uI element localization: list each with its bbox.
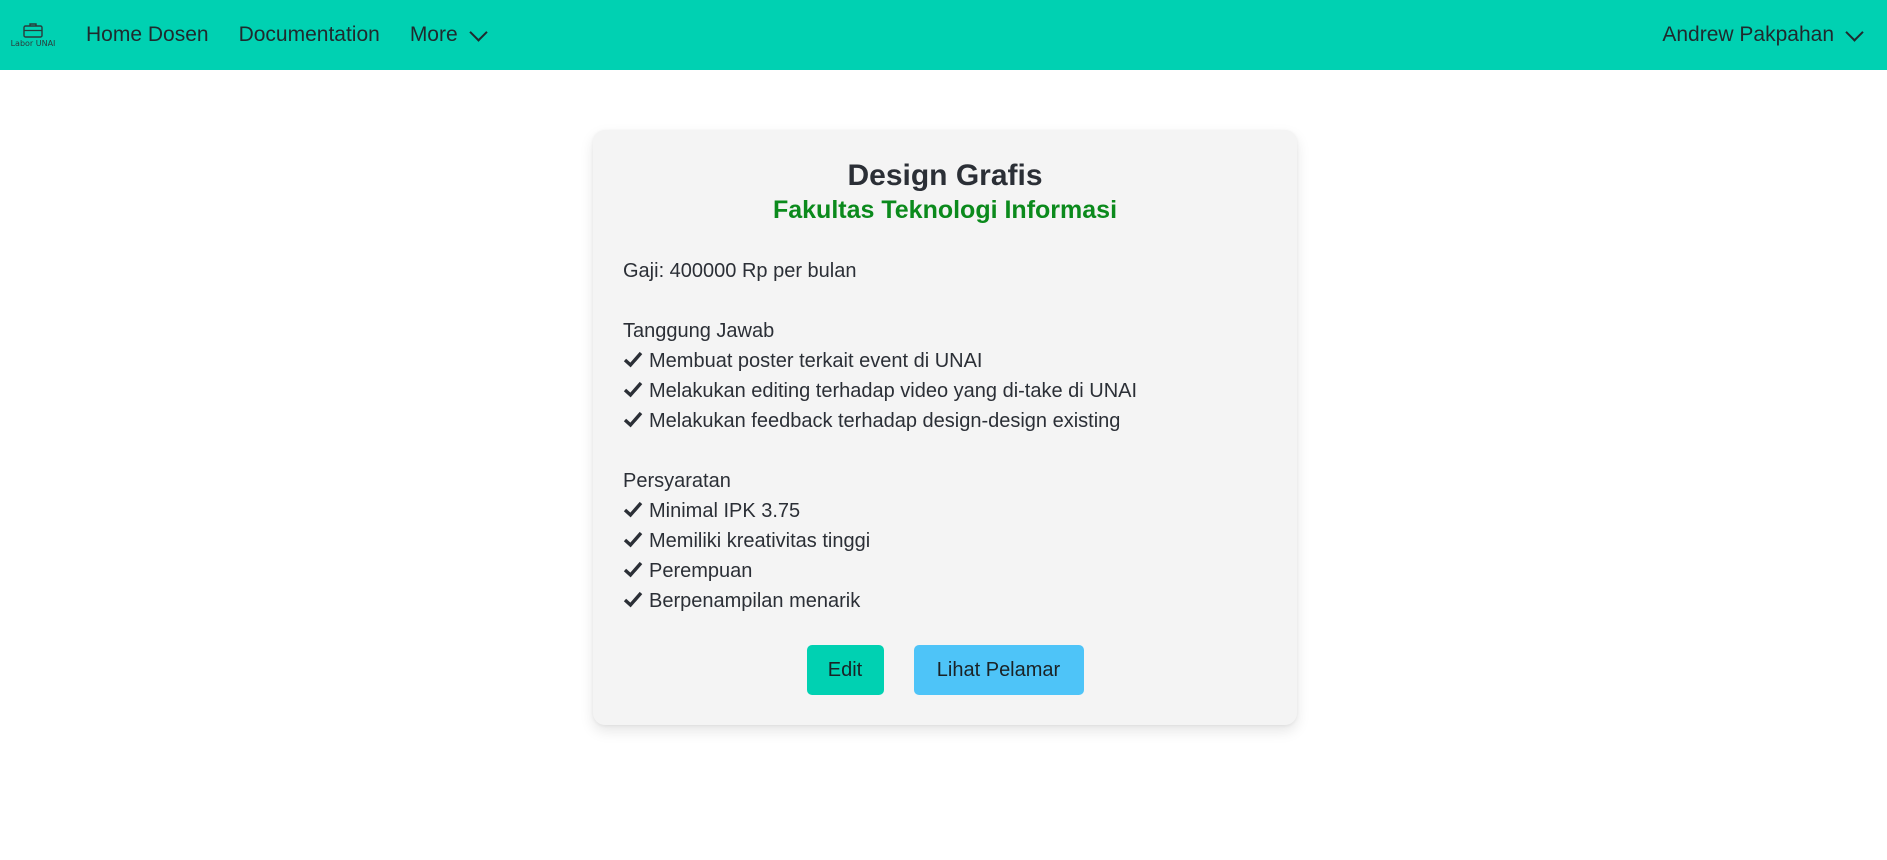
check-icon (623, 501, 643, 518)
check-icon (623, 531, 643, 548)
check-icon (623, 591, 643, 608)
list-item-text: Melakukan feedback terhadap design-desig… (649, 410, 1121, 432)
responsibilities-heading: Tanggung Jawab (623, 320, 775, 342)
briefcase-icon (23, 23, 43, 38)
nav-more-label: More (409, 23, 458, 46)
list-item-text: Melakukan editing terhadap video yang di… (649, 380, 1138, 402)
requirements-list: Minimal IPK 3.75 Memiliki kreativitas ti… (623, 496, 1267, 616)
brand-text: Labor UNAI (10, 39, 56, 48)
view-applicants-button[interactable]: Lihat Pelamar (913, 645, 1084, 695)
requirements-heading: Persyaratan (623, 470, 731, 492)
user-menu-dropdown[interactable]: Andrew Pakpahan (1647, 0, 1887, 70)
list-item: Melakukan feedback terhadap design-desig… (623, 406, 1267, 436)
list-item-text: Minimal IPK 3.75 (649, 500, 801, 522)
list-item: Melakukan editing terhadap video yang di… (623, 376, 1267, 406)
job-title: Design Grafis (847, 159, 1043, 192)
nav-home-dosen[interactable]: Home Dosen (71, 0, 224, 70)
edit-button[interactable]: Edit (806, 645, 884, 695)
nav-more-dropdown[interactable]: More (395, 0, 500, 70)
chevron-down-icon (1845, 22, 1864, 42)
check-icon (623, 381, 643, 398)
user-name: Andrew Pakpahan (1662, 23, 1834, 46)
list-item-text: Membuat poster terkait event di UNAI (649, 350, 983, 372)
chevron-down-icon (468, 22, 488, 42)
list-item-text: Memiliki kreativitas tinggi (649, 530, 871, 552)
nav-home-dosen-label: Home Dosen (86, 23, 209, 46)
brand-logo[interactable]: Labor UNAI (8, 9, 58, 61)
nav-documentation[interactable]: Documentation (224, 0, 395, 70)
faculty-name: Fakultas Teknologi Informasi (772, 196, 1118, 224)
check-icon (623, 351, 643, 368)
list-item: Perempuan (623, 556, 1267, 586)
list-item-text: Perempuan (649, 560, 753, 582)
list-item: Minimal IPK 3.75 (623, 496, 1267, 526)
check-icon (623, 411, 643, 428)
salary-text: Gaji: 400000 Rp per bulan (623, 260, 857, 282)
list-item-text: Berpenampilan menarik (649, 590, 861, 612)
check-icon (623, 561, 643, 578)
responsibilities-list: Membuat poster terkait event di UNAI Mel… (623, 346, 1267, 436)
job-detail-card: Design Grafis Fakultas Teknologi Informa… (593, 130, 1297, 725)
list-item: Membuat poster terkait event di UNAI (623, 346, 1267, 376)
list-item: Berpenampilan menarik (623, 586, 1267, 616)
nav-documentation-label: Documentation (238, 23, 380, 46)
top-navbar: Labor UNAI Home Dosen Documentation More… (0, 0, 1887, 70)
list-item: Memiliki kreativitas tinggi (623, 526, 1267, 556)
card-actions: Edit Lihat Pelamar (593, 645, 1297, 695)
